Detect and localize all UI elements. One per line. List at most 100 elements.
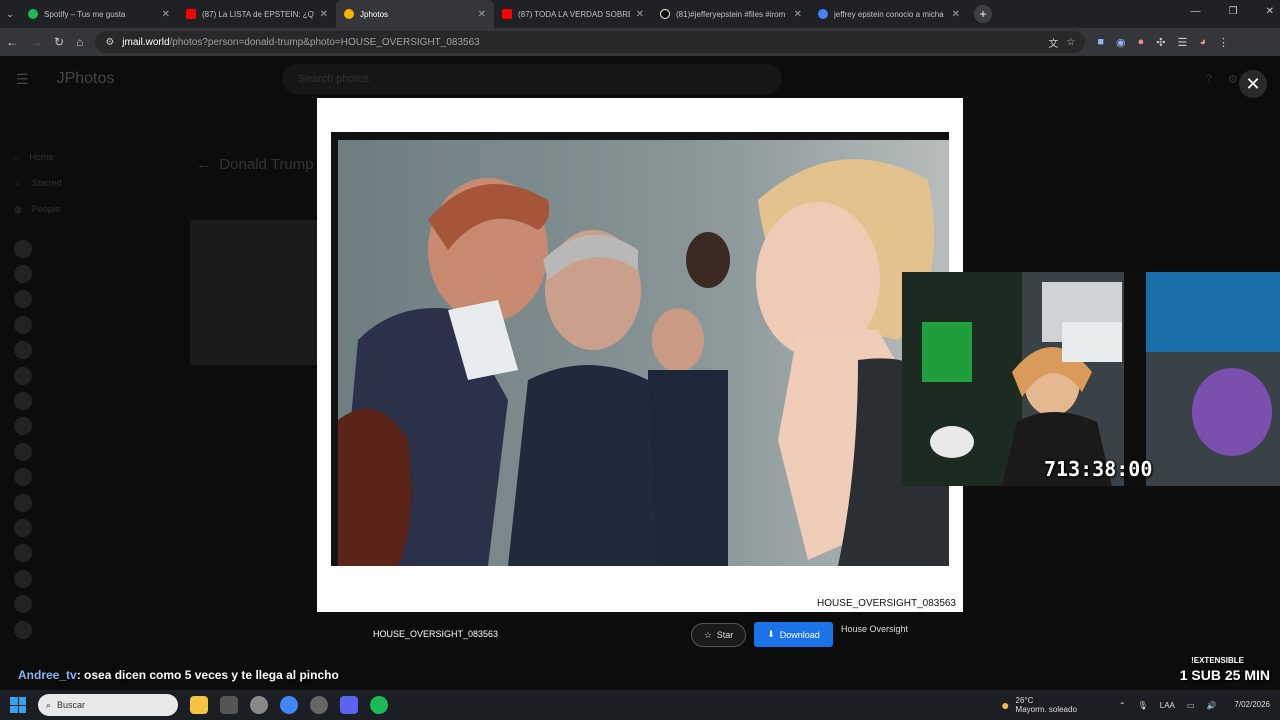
star-label: Star: [716, 630, 734, 640]
person-item[interactable]: [14, 388, 164, 413]
tab-title: (87) La LISTA de EPSTEIN: ¿Quién: [202, 9, 314, 19]
tab-title: (87) TODA LA VERDAD SOBRE: [518, 9, 630, 19]
tab-close-icon[interactable]: ✕: [952, 9, 960, 20]
reading-list-icon[interactable]: ☰: [1177, 36, 1187, 49]
menu-kebab-icon[interactable]: ⋮: [1218, 36, 1229, 49]
person-item[interactable]: [14, 414, 164, 439]
windows-start-icon[interactable]: [10, 697, 26, 713]
person-item[interactable]: [14, 261, 164, 286]
person-item[interactable]: [14, 490, 164, 515]
taskbar-clock[interactable]: 7/02/2026: [1234, 700, 1270, 710]
avatar: [14, 620, 32, 639]
tab-close-icon[interactable]: ✕: [162, 9, 170, 20]
translate-icon[interactable]: 文: [1048, 35, 1058, 50]
windows-taskbar: ⌕ Buscar ● 26°C Mayorm. soleado ⌃ 🎙 LAA …: [0, 690, 1280, 720]
spotify-icon[interactable]: [370, 696, 388, 714]
taskbar-search[interactable]: ⌕ Buscar: [38, 694, 178, 716]
new-tab-button[interactable]: +: [974, 5, 992, 23]
file-explorer-icon[interactable]: [190, 696, 208, 714]
person-item[interactable]: [14, 312, 164, 337]
home-icon: ⌂: [14, 152, 20, 162]
minimize-icon[interactable]: —: [1191, 6, 1201, 17]
settings-gear-icon[interactable]: ⚙: [1228, 73, 1238, 86]
app-header: ☰ JPhotos Search photos ? ⚙ ▦: [0, 56, 1280, 102]
youtube-icon: [186, 9, 196, 19]
tab-search-button[interactable]: ⌄: [0, 0, 20, 28]
reload-icon[interactable]: ↻: [54, 35, 64, 49]
nav-people[interactable]: ◍ People: [14, 196, 164, 222]
person-item[interactable]: [14, 465, 164, 490]
person-item[interactable]: [14, 515, 164, 540]
bookmark-star-icon[interactable]: ☆: [1066, 37, 1075, 48]
site-info-icon[interactable]: ⚙: [105, 37, 114, 48]
person-item[interactable]: [14, 287, 164, 312]
puzzle-icon[interactable]: ✣: [1156, 36, 1165, 49]
steam-icon[interactable]: [220, 696, 238, 714]
translate-extension-icon[interactable]: ■: [1097, 36, 1104, 49]
url-bar[interactable]: ⚙ jmail.world/photos?person=donald-trump…: [95, 31, 1086, 53]
back-arrow-icon[interactable]: ←: [196, 156, 211, 173]
avatar: [14, 315, 32, 334]
person-item[interactable]: [14, 541, 164, 566]
photo-thumbnail[interactable]: [190, 220, 320, 365]
person-item[interactable]: [14, 363, 164, 388]
maximize-icon[interactable]: ❐: [1229, 6, 1238, 17]
photo-search-input[interactable]: Search photos: [282, 64, 783, 94]
language-indicator[interactable]: LAA: [1160, 701, 1175, 710]
person-item[interactable]: [14, 617, 164, 642]
back-icon[interactable]: ←: [6, 35, 18, 49]
temperature: 26°C: [1015, 696, 1034, 705]
extension-icon[interactable]: ●: [1138, 36, 1145, 49]
forward-icon[interactable]: →: [30, 35, 42, 49]
person-item[interactable]: [14, 591, 164, 616]
chrome-icon[interactable]: [280, 696, 298, 714]
person-item[interactable]: [14, 236, 164, 261]
person-name: Donald Trump: [219, 156, 314, 173]
tab-close-icon[interactable]: ✕: [320, 9, 328, 20]
obs-icon[interactable]: [310, 696, 328, 714]
hamburger-menu-icon[interactable]: ☰: [16, 71, 29, 88]
network-icon[interactable]: ▭: [1187, 701, 1195, 710]
tab-title: Jphotos: [360, 9, 389, 19]
nav-starred[interactable]: ☆ Starred: [14, 170, 164, 196]
tab-close-icon[interactable]: ✕: [636, 9, 644, 20]
search-icon: ⌕: [46, 699, 52, 710]
close-viewer-button[interactable]: ✕: [1239, 70, 1267, 98]
tab-close-icon[interactable]: ✕: [478, 9, 486, 20]
nav-label: Home: [29, 152, 54, 162]
subathon-timer: 713:38:00: [1044, 457, 1153, 481]
overwatch-icon[interactable]: [250, 696, 268, 714]
app-sidebar: ⌂ Home ☆ Starred ◍ People: [14, 144, 164, 648]
star-button[interactable]: ☆ Star: [691, 623, 746, 647]
extensions-area: ■ ◉ ● ✣ ☰ ◕ ⋮: [1097, 36, 1229, 49]
window-close-icon[interactable]: ✕: [1266, 6, 1274, 17]
webcam-feed: [902, 272, 1280, 486]
browser-tab-tiktok[interactable]: (81)#jefferyepstein #files #irom ✕: [652, 0, 810, 28]
chevron-up-icon[interactable]: ⌃: [1119, 701, 1126, 710]
browser-tab-youtube-1[interactable]: (87) La LISTA de EPSTEIN: ¿Quién ✕: [178, 0, 336, 28]
browser-tab-google[interactable]: jeffrey epstein conocio a micha ✕: [810, 0, 968, 28]
page-title: ← Donald Trump: [196, 156, 314, 173]
tab-title: jeffrey epstein conocio a micha: [834, 9, 944, 19]
profile-avatar-icon[interactable]: ◕: [1199, 36, 1206, 49]
home-icon[interactable]: ⌂: [76, 35, 83, 49]
photo-image: [338, 140, 949, 566]
download-button[interactable]: ⬇ Download: [754, 622, 833, 647]
nav-label: Starred: [32, 178, 62, 188]
person-item[interactable]: [14, 566, 164, 591]
nav-home[interactable]: ⌂ Home: [14, 144, 164, 170]
discord-icon[interactable]: [340, 696, 358, 714]
system-tray: ⌃ 🎙 LAA ▭ 🔊: [1119, 701, 1217, 710]
person-item[interactable]: [14, 439, 164, 464]
person-item[interactable]: [14, 338, 164, 363]
browser-tab-youtube-2[interactable]: (87) TODA LA VERDAD SOBRE ✕: [494, 0, 652, 28]
weather-widget[interactable]: ● 26°C Mayorm. soleado: [1001, 696, 1077, 714]
app-brand[interactable]: JPhotos: [57, 70, 115, 88]
microphone-icon[interactable]: 🎙: [1138, 701, 1148, 710]
browser-tab-spotify[interactable]: Spotify – Tus me gusta ✕: [20, 0, 178, 28]
browser-tab-jphotos[interactable]: Jphotos ✕: [336, 0, 494, 28]
tab-close-icon[interactable]: ✕: [794, 9, 802, 20]
volume-icon[interactable]: 🔊: [1206, 701, 1216, 710]
help-icon[interactable]: ?: [1206, 73, 1212, 86]
audio-extension-icon[interactable]: ◉: [1116, 36, 1126, 49]
